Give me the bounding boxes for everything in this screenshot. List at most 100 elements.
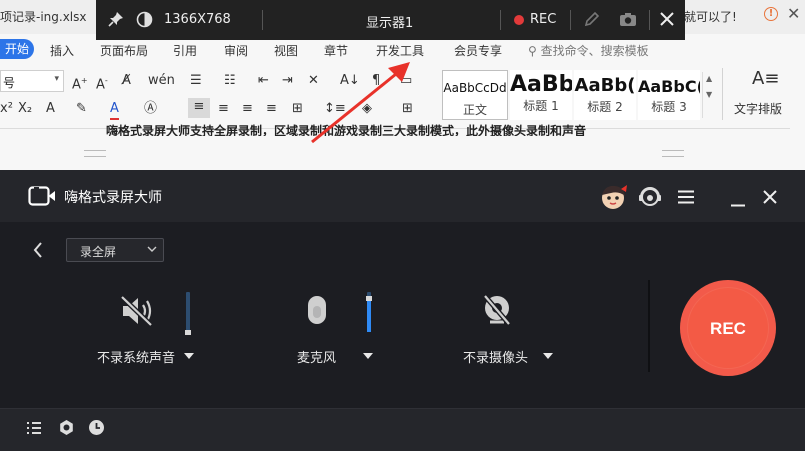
subscript-icon[interactable]: X₂	[18, 100, 32, 118]
schedule-clock-icon[interactable]	[88, 419, 105, 439]
command-search[interactable]: ⚲ 查找命令、搜索模板	[528, 42, 649, 59]
back-chevron-icon[interactable]	[33, 242, 43, 261]
style-heading-2[interactable]: AaBb( 标题 2	[574, 70, 636, 120]
speaker-muted-icon[interactable]	[119, 295, 155, 330]
margin-mark	[84, 150, 106, 157]
superscript-icon[interactable]: x²	[0, 100, 13, 118]
bullet-list-icon[interactable]: ☰	[190, 72, 202, 90]
text-layout-label[interactable]: 文字排版	[734, 100, 782, 118]
toolbar-rec-button[interactable]: REC	[530, 12, 556, 27]
contrast-icon[interactable]	[136, 11, 153, 31]
camera-label[interactable]: 不录摄像头	[463, 347, 528, 366]
menu-member[interactable]: 会员专享	[454, 42, 502, 59]
style-sample: AaBb	[510, 72, 572, 97]
menu-view[interactable]: 视图	[274, 42, 298, 59]
text-layout-icon[interactable]: A≡	[752, 70, 779, 88]
highlight-icon[interactable]: ✎	[76, 100, 87, 118]
indent-icon[interactable]: ⇥	[282, 72, 293, 90]
chevron-down-icon: ▾	[54, 74, 59, 84]
microphone-label[interactable]: 麦克风	[297, 347, 336, 366]
record-mode-value: 录全屏	[80, 245, 117, 259]
app-logo-icon	[28, 186, 56, 209]
char-border-icon[interactable]: Ⓐ	[144, 100, 157, 118]
slider-knob[interactable]	[185, 330, 191, 335]
screenshot-camera-icon[interactable]	[619, 12, 637, 30]
info-icon[interactable]: !	[764, 7, 778, 21]
font-color-icon[interactable]: A	[110, 100, 119, 120]
align-center-icon[interactable]: ≡	[218, 100, 229, 118]
avatar-icon[interactable]	[599, 183, 629, 214]
toolbar-separator	[500, 10, 501, 30]
rec-button-label: REC	[710, 319, 746, 338]
rec-button-inner: REC	[687, 287, 769, 369]
system-audio-label[interactable]: 不录系统声音	[97, 347, 175, 366]
menu-icon[interactable]	[677, 190, 695, 207]
clear-format-icon[interactable]: A̸	[122, 72, 131, 90]
font-shrink-icon[interactable]: A-	[96, 72, 108, 94]
style-heading-3[interactable]: AaBbC( 标题 3	[638, 70, 700, 120]
style-label: 正文	[462, 103, 487, 117]
slider-knob[interactable]	[366, 296, 372, 301]
toolbar-separator	[262, 10, 263, 30]
camera-off-icon[interactable]	[482, 294, 512, 331]
font-size-value: 号	[3, 76, 16, 90]
slider-fill	[367, 298, 371, 332]
app-titlebar: 嗨格式录屏大师	[0, 170, 805, 222]
support-icon[interactable]	[638, 185, 662, 212]
command-search-placeholder: 查找命令、搜索模板	[540, 44, 649, 58]
phonetic-icon[interactable]: wén	[148, 72, 175, 90]
system-audio-volume-slider[interactable]	[185, 292, 191, 335]
microphone-icon[interactable]	[306, 294, 328, 331]
pin-icon[interactable]	[108, 11, 124, 30]
justify-icon[interactable]: ≡	[266, 100, 277, 118]
resolution-readout[interactable]: 1366X768	[164, 12, 231, 27]
chevron-down-icon	[147, 243, 157, 257]
wp-filename: 项记录-ing.xlsx	[0, 10, 87, 24]
annotation-arrow	[311, 62, 410, 144]
style-label: 标题 2	[587, 100, 623, 114]
toolbar-separator	[649, 10, 650, 30]
style-sample: AaBb(	[574, 75, 636, 96]
number-list-icon[interactable]: ☷	[224, 72, 236, 90]
close-icon[interactable]	[659, 11, 675, 30]
settings-gear-icon[interactable]	[58, 419, 75, 439]
pen-icon[interactable]	[583, 11, 600, 31]
rec-dot-icon	[514, 15, 524, 25]
style-gallery-scroll[interactable]: ▲ ▼	[702, 72, 716, 118]
margin-mark	[662, 150, 684, 157]
outdent-icon[interactable]: ⇤	[258, 72, 269, 90]
microphone-dropdown-caret[interactable]	[363, 353, 373, 359]
align-left-icon[interactable]: ≡	[188, 98, 210, 118]
align-right-icon[interactable]: ≡	[242, 100, 253, 118]
system-audio-dropdown-caret[interactable]	[184, 353, 194, 359]
chevron-up-icon: ▲	[706, 74, 713, 83]
font-grow-icon[interactable]: A+	[72, 72, 88, 94]
wp-close-icon[interactable]: ✕	[787, 4, 800, 23]
app-footer	[0, 408, 805, 451]
close-icon[interactable]	[763, 190, 777, 207]
menu-insert[interactable]: 插入	[50, 42, 74, 59]
menu-review[interactable]: 审阅	[224, 42, 248, 59]
style-heading-1[interactable]: AaBb 标题 1	[510, 70, 572, 120]
rec-button[interactable]: REC	[680, 280, 776, 376]
record-mode-select[interactable]: 录全屏	[66, 238, 164, 262]
chevron-down-icon: ▼	[706, 90, 713, 99]
display-name[interactable]: 显示器1	[366, 12, 413, 31]
style-normal[interactable]: AaBbCcDd 正文	[442, 70, 508, 120]
menu-page-layout[interactable]: 页面布局	[100, 42, 148, 59]
style-sample: AaBbCcDd	[443, 81, 507, 95]
floating-toolbar: 1366X768 显示器1 REC	[96, 0, 685, 40]
menu-references[interactable]: 引用	[173, 42, 197, 59]
text-effect-icon[interactable]: A	[46, 100, 55, 118]
recorder-app: 嗨格式录屏大师 录全屏 不录系统声音 麦克风 不录摄像头 REC	[0, 170, 805, 451]
app-title: 嗨格式录屏大师	[64, 190, 162, 206]
search-icon: ⚲	[528, 44, 537, 58]
record-list-icon[interactable]	[26, 421, 42, 438]
minimize-icon[interactable]	[731, 196, 745, 210]
ribbon-separator	[722, 68, 723, 120]
style-label: 标题 1	[523, 99, 559, 113]
font-size-select[interactable]: 号 ▾	[0, 70, 64, 92]
camera-dropdown-caret[interactable]	[543, 353, 553, 359]
menu-start[interactable]: 开始	[0, 39, 34, 59]
microphone-volume-slider[interactable]	[366, 292, 372, 332]
